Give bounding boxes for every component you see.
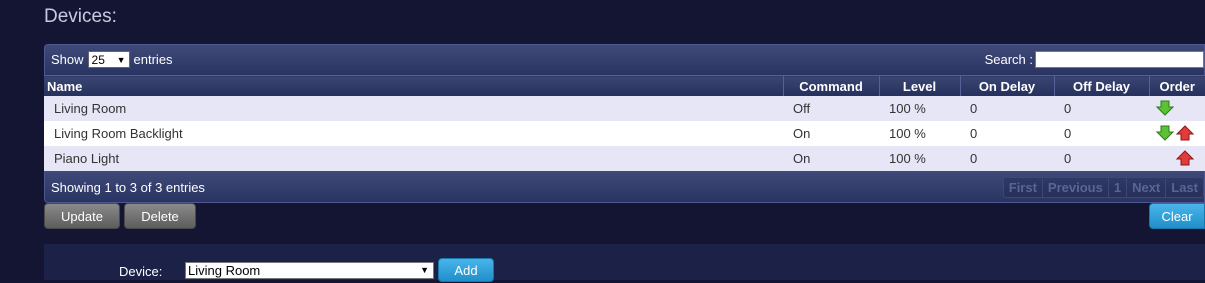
table-header-row: Name Command Level On Delay Off Delay Or… <box>44 75 1205 96</box>
first-page-button[interactable]: First <box>1002 177 1043 198</box>
pagination: First Previous 1 Next Last <box>1002 177 1204 198</box>
off-delay-cell: 0 <box>1054 121 1149 146</box>
length-control: Show 25 ▼ entries <box>51 51 173 68</box>
add-button[interactable]: Add <box>438 258 494 282</box>
device-select-value: Living Room <box>188 263 261 278</box>
next-page-button[interactable]: Next <box>1127 177 1167 198</box>
on-delay-cell: 0 <box>960 121 1054 146</box>
column-header-off-delay[interactable]: Off Delay <box>1054 75 1150 96</box>
table-row[interactable]: Piano Light On 100 % 0 0 <box>44 146 1205 171</box>
move-down-arrow-icon[interactable] <box>1156 125 1174 141</box>
dropdown-arrow-icon: ▼ <box>116 55 126 65</box>
table-toolbar: Show 25 ▼ entries Search : <box>44 44 1205 75</box>
search-label: Search : <box>984 52 1033 67</box>
off-delay-cell: 0 <box>1054 146 1149 171</box>
devices-table-panel: Show 25 ▼ entries Search : Name Command … <box>44 44 1205 203</box>
last-page-button[interactable]: Last <box>1166 177 1204 198</box>
order-cell <box>1149 121 1205 146</box>
column-header-order[interactable]: Order <box>1149 75 1205 96</box>
table-info: Showing 1 to 3 of 3 entries <box>51 180 205 195</box>
column-header-name[interactable]: Name <box>44 75 784 96</box>
move-up-arrow-icon[interactable] <box>1176 125 1194 141</box>
length-value: 25 <box>91 53 105 67</box>
command-cell: Off <box>783 96 879 121</box>
device-name-cell: Living Room Backlight <box>44 121 783 146</box>
device-name-cell: Living Room <box>44 96 783 121</box>
order-cell <box>1149 96 1205 121</box>
update-button[interactable]: Update <box>44 203 120 229</box>
show-label: Show <box>51 52 84 67</box>
column-header-command[interactable]: Command <box>783 75 880 96</box>
level-cell: 100 % <box>879 96 960 121</box>
command-cell: On <box>783 121 879 146</box>
table-row[interactable]: Living Room Off 100 % 0 0 <box>44 96 1205 121</box>
page-title: Devices: <box>44 6 117 27</box>
level-cell: 100 % <box>879 121 960 146</box>
move-down-arrow-icon[interactable] <box>1156 100 1174 116</box>
add-device-form: Device: Living Room ▼ Add <box>44 244 1205 282</box>
devices-table: Name Command Level On Delay Off Delay Or… <box>44 75 1205 171</box>
off-delay-cell: 0 <box>1054 96 1149 121</box>
page-1-button[interactable]: 1 <box>1108 177 1128 198</box>
entries-length-select[interactable]: 25 ▼ <box>87 51 130 68</box>
previous-page-button[interactable]: Previous <box>1042 177 1109 198</box>
column-header-on-delay[interactable]: On Delay <box>960 75 1055 96</box>
search-input[interactable] <box>1035 51 1204 68</box>
move-up-arrow-icon[interactable] <box>1176 150 1194 166</box>
device-select[interactable]: Living Room ▼ <box>185 262 434 279</box>
on-delay-cell: 0 <box>960 146 1054 171</box>
table-row[interactable]: Living Room Backlight On 100 % 0 0 <box>44 121 1205 146</box>
column-header-level[interactable]: Level <box>879 75 961 96</box>
order-cell <box>1149 146 1205 171</box>
level-cell: 100 % <box>879 146 960 171</box>
command-cell: On <box>783 146 879 171</box>
on-delay-cell: 0 <box>960 96 1054 121</box>
clear-button[interactable]: Clear <box>1149 203 1205 229</box>
search-control: Search : <box>985 51 1204 68</box>
device-label: Device: <box>119 264 163 279</box>
entries-label: entries <box>133 52 173 67</box>
dropdown-arrow-icon: ▼ <box>420 265 429 275</box>
table-footer: Showing 1 to 3 of 3 entries First Previo… <box>44 171 1205 203</box>
delete-button[interactable]: Delete <box>124 203 196 229</box>
device-name-cell: Piano Light <box>44 146 783 171</box>
